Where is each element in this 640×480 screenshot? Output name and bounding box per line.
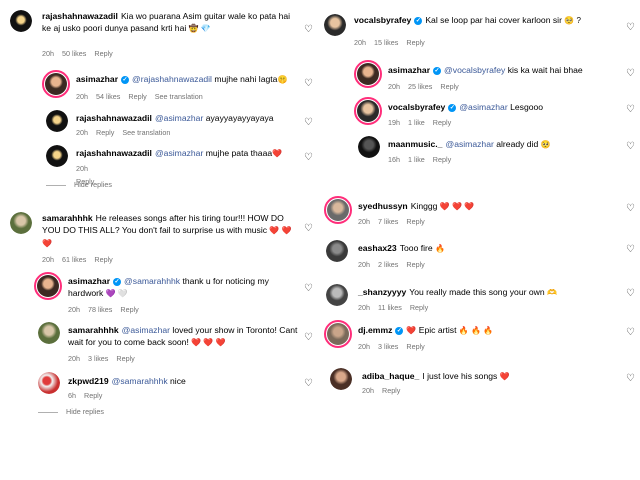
avatar[interactable] [34, 272, 62, 300]
verified-icon: ✓ [395, 326, 404, 335]
verified-icon: ✓ [433, 66, 442, 75]
reply-meta: 16h 1 like Reply [388, 155, 452, 164]
verified-icon: ✓ [113, 277, 122, 286]
hide-replies-button[interactable]: Hide replies [38, 407, 104, 416]
avatar[interactable] [326, 240, 348, 262]
avatar[interactable] [46, 145, 68, 167]
verified-icon: ✓ [414, 16, 423, 25]
reply-button[interactable]: Reply [94, 49, 112, 58]
like-heart-icon[interactable]: ♡ [626, 373, 635, 384]
reply-meta: 20h 54 likes Reply See translation [76, 92, 203, 101]
avatar[interactable] [354, 60, 382, 88]
avatar[interactable] [324, 196, 352, 224]
comment-meta: 20h 11 likes Reply [358, 303, 429, 312]
like-heart-icon[interactable]: ♡ [626, 68, 635, 79]
avatar[interactable] [38, 322, 60, 344]
reply-meta: 20h 25 likes Reply [388, 82, 459, 91]
comment-text: dj.emmz ✓ ❤️ Epic artist 🔥 🔥 🔥 [358, 325, 494, 335]
comment-meta: 20h 61 likes Reply [42, 255, 113, 264]
like-heart-icon[interactable]: ♡ [626, 22, 635, 33]
reply-text: samarahhhk @asimazhar loved your show in … [68, 325, 298, 347]
verified-icon: ✓ [448, 103, 457, 112]
like-heart-icon[interactable]: ♡ [304, 378, 313, 389]
like-heart-icon[interactable]: ♡ [626, 327, 635, 338]
reply-text: maanmusic._ @asimazhar already did 🥺 [388, 139, 551, 149]
like-heart-icon[interactable]: ♡ [626, 203, 635, 214]
like-heart-icon[interactable]: ♡ [304, 24, 313, 35]
avatar[interactable] [42, 70, 70, 98]
right-comment-column: vocalsbyrafey ✓ Kal se loop par hai cover … [320, 0, 640, 480]
reply-meta: 20h [76, 164, 88, 173]
username[interactable]: rajashahnawazadil [42, 11, 118, 21]
like-heart-icon[interactable]: ♡ [626, 288, 635, 299]
reply-text: asimazhar ✓ @samarahhhk thank u for notici… [68, 276, 269, 298]
reply-text: asimazhar ✓ @vocalsbyrafey kis ka wait hai… [388, 65, 583, 75]
avatar[interactable] [358, 136, 380, 158]
avatar[interactable] [354, 97, 382, 125]
reply-text: rajashahnawazadil @asimazhar ayayyayayyay… [76, 113, 274, 123]
hide-replies-button[interactable]: Hide replies [46, 180, 112, 189]
like-heart-icon[interactable]: ♡ [304, 332, 313, 343]
like-heart-icon[interactable]: ♡ [304, 283, 313, 294]
comment-meta: 20h 2 likes Reply [358, 260, 425, 269]
verified-icon: ✓ [121, 75, 130, 84]
like-heart-icon[interactable]: ♡ [626, 141, 635, 152]
like-heart-icon[interactable]: ♡ [304, 78, 313, 89]
comment-meta: 20h 15 likes Reply [354, 38, 425, 47]
avatar[interactable] [330, 368, 352, 390]
avatar[interactable] [10, 10, 32, 32]
see-translation-button[interactable]: See translation [155, 92, 203, 101]
avatar[interactable] [10, 212, 32, 234]
comment-meta: 20h 7 likes Reply [358, 217, 425, 226]
reply-meta: 6h Reply [68, 391, 103, 400]
comment-meta: 20h 50 likes Reply [42, 49, 113, 58]
avatar[interactable] [324, 320, 352, 348]
comment-text: adiba_haque_ I just love his songs ❤️ [362, 371, 510, 381]
like-heart-icon[interactable]: ♡ [626, 104, 635, 115]
comment-text: syedhussyn Kinggg ❤️ ❤️ ❤️ [358, 201, 475, 211]
comment-text: vocalsbyrafey ✓ Kal se loop par hai cover … [354, 15, 581, 25]
reply-meta: 20h 3 likes Reply [68, 354, 135, 363]
comment-text: rajashahnawazadil Kia wo puarana Asim gui… [42, 11, 291, 33]
like-heart-icon[interactable]: ♡ [304, 117, 313, 128]
reply-meta: 19h 1 like Reply [388, 118, 452, 127]
comment-text: _shanzyyyy You really made this song your… [358, 287, 557, 297]
reply-text: zkpwd219 @samarahhhk nice [68, 376, 186, 386]
avatar[interactable] [46, 110, 68, 132]
like-heart-icon[interactable]: ♡ [304, 152, 313, 163]
comment-text: eashax23 Tooo fire 🔥 [358, 243, 446, 253]
avatar[interactable] [326, 284, 348, 306]
reply-text: rajashahnawazadil @asimazhar mujhe pata t… [76, 148, 283, 158]
reply-meta: 20h Reply See translation [76, 128, 171, 137]
avatar[interactable] [38, 372, 60, 394]
like-heart-icon[interactable]: ♡ [626, 244, 635, 255]
reply-meta: 20h 78 likes Reply [68, 305, 139, 314]
like-heart-icon[interactable]: ♡ [304, 223, 313, 234]
comment-meta: 20h Reply [362, 386, 401, 395]
comment-meta: 20h 3 likes Reply [358, 342, 425, 351]
left-comment-column: rajashahnawazadil Kia wo puarana Asim gui… [0, 0, 320, 480]
reply-text: vocalsbyrafey ✓ @asimazhar Lesgooo [388, 102, 544, 112]
reply-text: asimazhar ✓ @rajashahnawazadil mujhe nahi … [76, 74, 288, 84]
avatar[interactable] [324, 14, 346, 36]
comment-text: samarahhhk He releases songs after his ti… [42, 213, 292, 248]
